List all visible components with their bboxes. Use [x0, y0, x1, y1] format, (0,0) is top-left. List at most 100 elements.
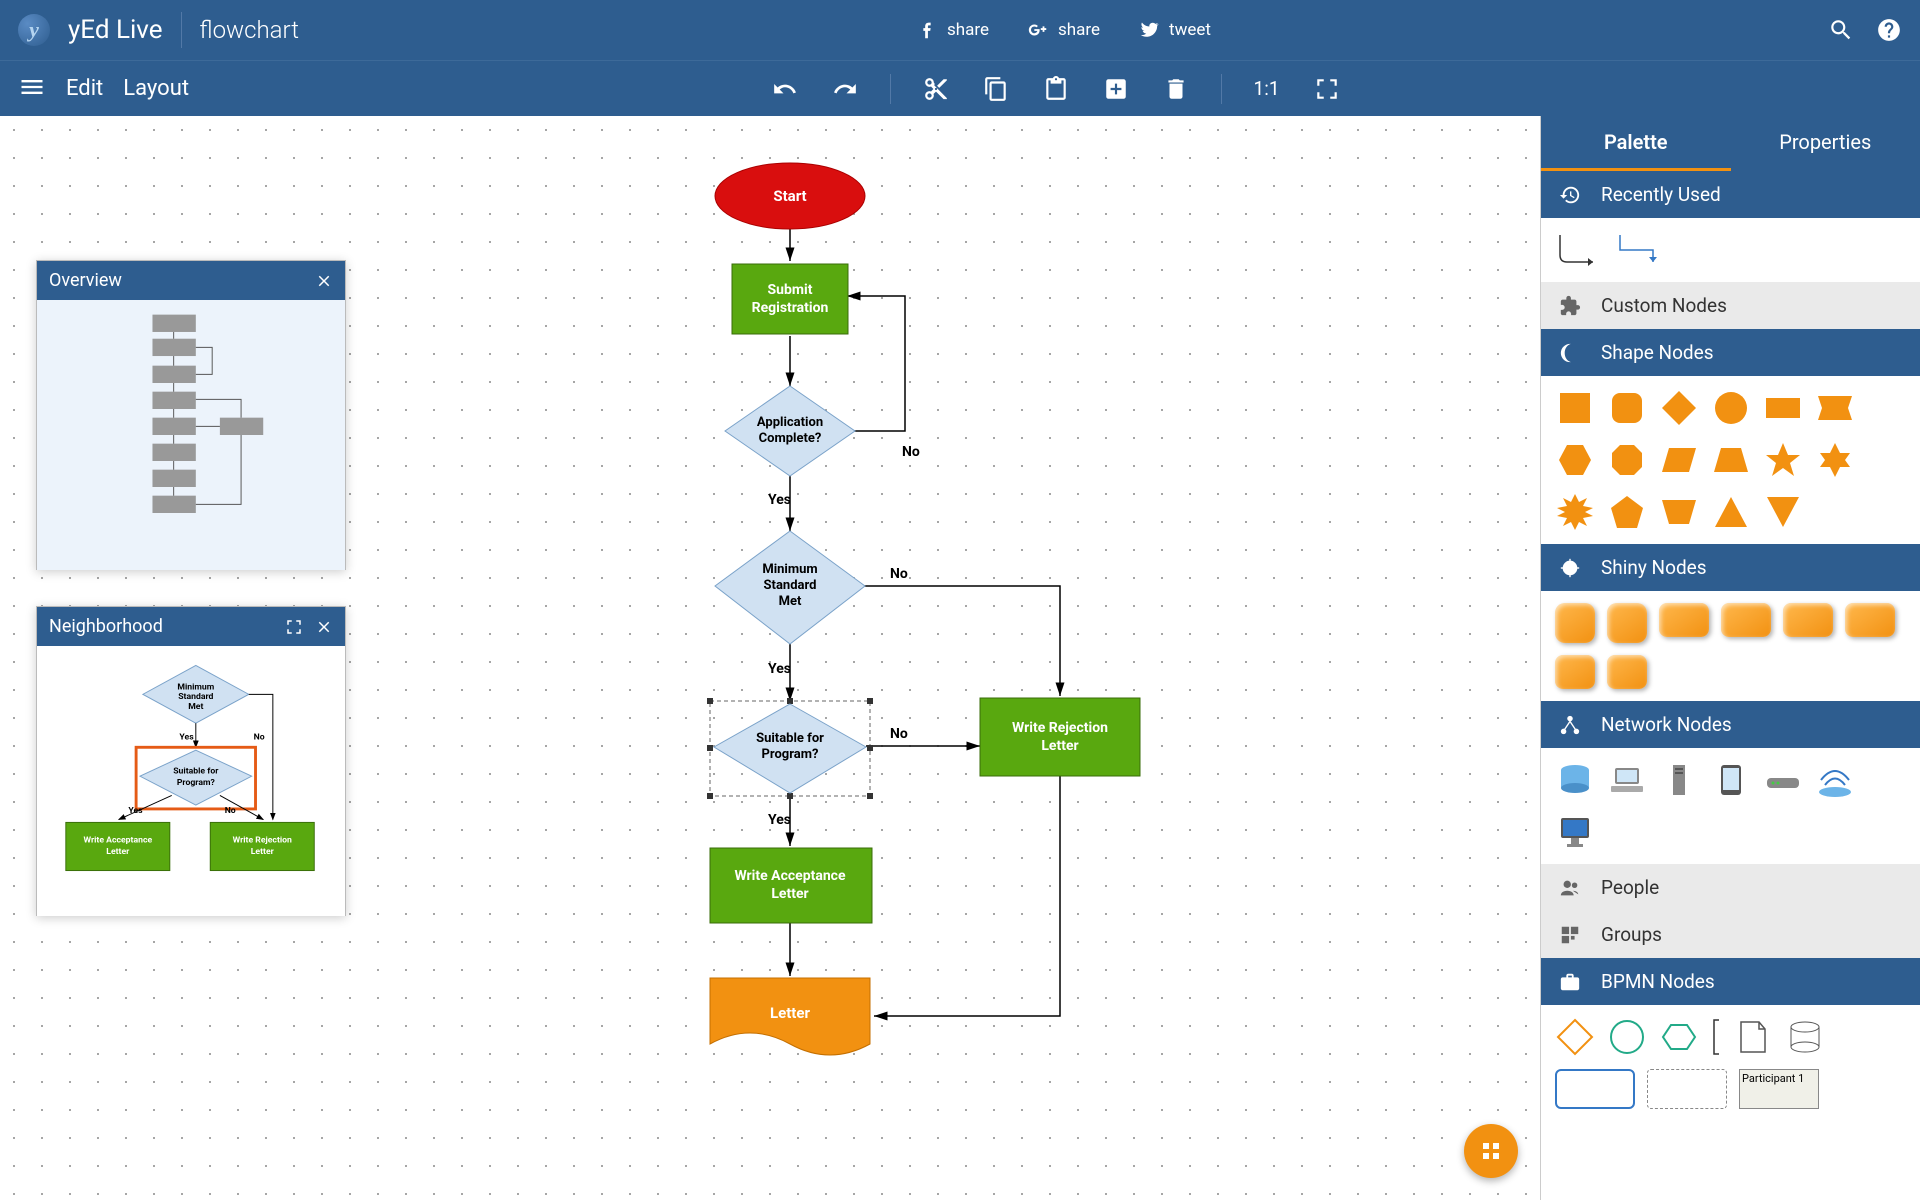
- bpmn-task[interactable]: [1555, 1069, 1635, 1109]
- shiny-2[interactable]: [1607, 603, 1647, 643]
- node-submit[interactable]: [732, 264, 848, 334]
- close-icon[interactable]: [315, 272, 333, 290]
- shape-star6[interactable]: [1815, 440, 1855, 480]
- shape-diamond[interactable]: [1659, 388, 1699, 428]
- svg-text:No: No: [225, 806, 236, 816]
- net-wifi[interactable]: [1815, 760, 1855, 800]
- svg-text:Standard: Standard: [764, 578, 817, 593]
- section-custom-nodes[interactable]: Custom Nodes: [1541, 282, 1920, 329]
- menu-icon: [18, 73, 46, 101]
- undo-icon: [772, 76, 798, 102]
- shiny-5[interactable]: [1783, 603, 1833, 637]
- share-twitter[interactable]: tweet: [1138, 19, 1211, 41]
- svg-text:No: No: [890, 566, 908, 582]
- shape-rect[interactable]: [1763, 388, 1803, 428]
- neighborhood-panel[interactable]: Neighborhood Minimum Standard Met Yes No: [36, 606, 346, 916]
- delete-button[interactable]: [1156, 69, 1196, 109]
- bpmn-participant[interactable]: Participant 1: [1739, 1069, 1819, 1109]
- copy-button[interactable]: [976, 69, 1016, 109]
- menu-layout[interactable]: Layout: [123, 76, 189, 101]
- svg-text:Yes: Yes: [128, 806, 143, 816]
- title-bar: y yEd Live flowchart share share tweet: [0, 0, 1920, 60]
- shiny-1[interactable]: [1555, 603, 1595, 643]
- tab-properties[interactable]: Properties: [1731, 116, 1920, 171]
- zoom-ratio-button[interactable]: 1:1: [1247, 70, 1287, 107]
- svg-text:Suitable for: Suitable for: [756, 731, 824, 746]
- shape-triangle-down[interactable]: [1763, 492, 1803, 532]
- share-facebook[interactable]: share: [916, 19, 989, 41]
- svg-text:Program?: Program?: [762, 747, 819, 762]
- close-icon[interactable]: [315, 618, 333, 636]
- svg-text:Letter: Letter: [251, 847, 275, 857]
- shiny-4[interactable]: [1721, 603, 1771, 637]
- node-reject[interactable]: [980, 698, 1140, 776]
- svg-text:Write Acceptance: Write Acceptance: [83, 836, 152, 846]
- googleplus-icon: [1027, 19, 1049, 41]
- bpmn-cylinder[interactable]: [1785, 1017, 1825, 1057]
- bpmn-diamond[interactable]: [1555, 1017, 1595, 1057]
- shiny-6[interactable]: [1845, 603, 1895, 637]
- tab-palette[interactable]: Palette: [1541, 116, 1731, 171]
- puzzle-icon: [1559, 295, 1581, 317]
- shiny-7[interactable]: [1555, 655, 1595, 689]
- neighborhood-title: Neighborhood: [49, 616, 163, 637]
- expand-icon[interactable]: [285, 618, 303, 636]
- bpmn-bracket[interactable]: [1711, 1017, 1721, 1057]
- overview-panel[interactable]: Overview: [36, 260, 346, 570]
- section-shape-nodes[interactable]: Shape Nodes: [1541, 329, 1920, 376]
- section-network-nodes[interactable]: Network Nodes: [1541, 701, 1920, 748]
- app-logo: y: [18, 14, 50, 46]
- fab-button[interactable]: [1464, 1124, 1518, 1178]
- section-people[interactable]: People: [1541, 864, 1920, 911]
- section-shiny-nodes[interactable]: Shiny Nodes: [1541, 544, 1920, 591]
- svg-text:No: No: [254, 733, 265, 743]
- shape-trap2[interactable]: [1659, 492, 1699, 532]
- section-bpmn-nodes[interactable]: BPMN Nodes: [1541, 958, 1920, 1005]
- redo-button[interactable]: [825, 69, 865, 109]
- document-name[interactable]: flowchart: [200, 16, 299, 44]
- hamburger-menu[interactable]: [18, 73, 46, 105]
- recent-edge-1[interactable]: [1555, 230, 1603, 270]
- net-monitor[interactable]: [1555, 812, 1595, 852]
- help-icon[interactable]: [1876, 17, 1902, 43]
- shape-hexagon[interactable]: [1555, 440, 1595, 480]
- shape-triangle[interactable]: [1711, 492, 1751, 532]
- recent-edge-2[interactable]: [1615, 230, 1663, 270]
- shape-trapezoid[interactable]: [1711, 440, 1751, 480]
- fit-button[interactable]: [1307, 69, 1347, 109]
- shiny-8[interactable]: [1607, 655, 1647, 689]
- node-start-label: Start: [773, 187, 806, 205]
- duplicate-button[interactable]: [1096, 69, 1136, 109]
- bpmn-subprocess[interactable]: [1647, 1069, 1727, 1109]
- net-tablet[interactable]: [1711, 760, 1751, 800]
- svg-text:Standard: Standard: [178, 692, 213, 702]
- net-database[interactable]: [1555, 760, 1595, 800]
- svg-text:Program?: Program?: [177, 778, 215, 788]
- undo-button[interactable]: [765, 69, 805, 109]
- bpmn-document[interactable]: [1733, 1017, 1773, 1057]
- shape-star8[interactable]: [1555, 492, 1595, 532]
- share-googleplus[interactable]: share: [1027, 19, 1100, 41]
- net-router[interactable]: [1763, 760, 1803, 800]
- shape-star5[interactable]: [1763, 440, 1803, 480]
- shape-octagon[interactable]: [1607, 440, 1647, 480]
- shape-square[interactable]: [1555, 388, 1595, 428]
- canvas[interactable]: Start Submit Registration Application Co…: [0, 116, 1540, 1200]
- menu-edit[interactable]: Edit: [66, 76, 103, 101]
- shape-parallelogram[interactable]: [1659, 440, 1699, 480]
- net-server[interactable]: [1659, 760, 1699, 800]
- shape-rounded[interactable]: [1607, 388, 1647, 428]
- section-groups[interactable]: Groups: [1541, 911, 1920, 958]
- bpmn-hexagon[interactable]: [1659, 1017, 1699, 1057]
- paste-button[interactable]: [1036, 69, 1076, 109]
- shape-circle[interactable]: [1711, 388, 1751, 428]
- shape-banner[interactable]: [1815, 388, 1855, 428]
- search-icon[interactable]: [1828, 17, 1854, 43]
- section-recently-used[interactable]: Recently Used: [1541, 171, 1920, 218]
- net-laptop[interactable]: [1607, 760, 1647, 800]
- shiny-3[interactable]: [1659, 603, 1709, 637]
- shape-pentagon[interactable]: [1607, 492, 1647, 532]
- cut-button[interactable]: [916, 69, 956, 109]
- bpmn-circle[interactable]: [1607, 1017, 1647, 1057]
- flowchart-diagram[interactable]: Start Submit Registration Application Co…: [450, 146, 1150, 1146]
